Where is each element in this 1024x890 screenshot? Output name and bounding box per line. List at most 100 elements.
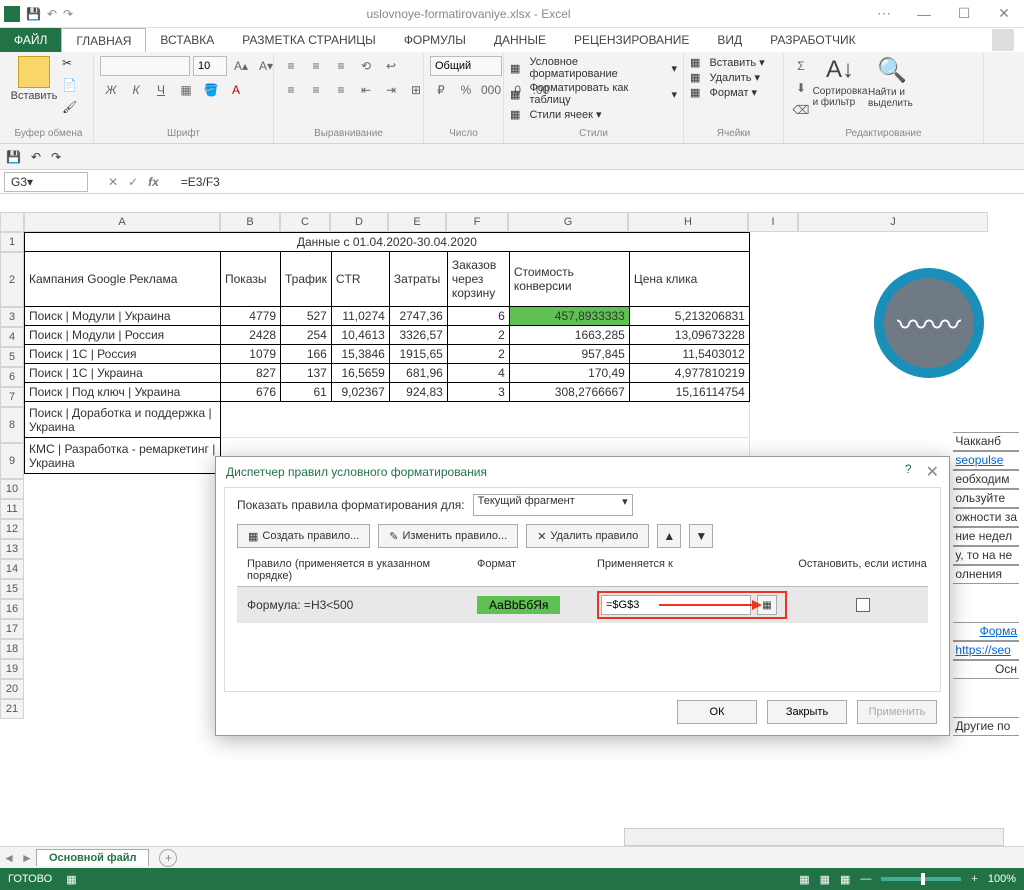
cond-format-button[interactable]: ▦ Условное форматирование ▾ xyxy=(510,56,677,80)
qat-redo-icon[interactable]: ↷ xyxy=(63,7,73,21)
cut-icon[interactable]: ✂ xyxy=(62,56,80,74)
currency-icon[interactable]: ₽ xyxy=(430,80,452,100)
tab-pagelayout[interactable]: РАЗМЕТКА СТРАНИЦЫ xyxy=(228,28,390,52)
col-header-d[interactable]: D xyxy=(330,212,388,232)
dialog-help-icon[interactable]: ? xyxy=(905,462,912,482)
macro-rec-icon[interactable]: ▦ xyxy=(66,873,76,886)
row-header-6[interactable]: 6 xyxy=(0,367,24,387)
zoom-in-icon[interactable]: + xyxy=(971,873,977,885)
row-header-2[interactable]: 2 xyxy=(0,252,24,307)
col-header-i[interactable]: I xyxy=(748,212,798,232)
close-icon[interactable]: ✕ xyxy=(984,0,1024,28)
tab-data[interactable]: ДАННЫЕ xyxy=(480,28,560,52)
redo2-icon[interactable]: ↷ xyxy=(51,150,61,164)
header-cpc[interactable]: Цена клика xyxy=(629,252,749,307)
align-mid-icon[interactable]: ≡ xyxy=(305,56,327,76)
italic-icon[interactable]: К xyxy=(125,80,147,100)
accept-formula-icon[interactable]: ✓ xyxy=(128,175,138,189)
row-header-17[interactable]: 17 xyxy=(0,619,24,639)
paste-button[interactable]: Вставить xyxy=(10,56,58,102)
row-header-8[interactable]: 8 xyxy=(0,407,24,443)
comma-icon[interactable]: 000 xyxy=(480,80,502,100)
row-header-12[interactable]: 12 xyxy=(0,519,24,539)
close-button[interactable]: Закрыть xyxy=(767,700,847,724)
tab-insert[interactable]: ВСТАВКА xyxy=(146,28,228,52)
rule-row[interactable]: Формула: =H3<500 АаВbБбЯя ▦ xyxy=(237,587,928,623)
font-color-icon[interactable]: A xyxy=(225,80,247,100)
fill-color-icon[interactable]: 🪣 xyxy=(200,80,222,100)
zoom-out-icon[interactable]: — xyxy=(860,873,871,885)
stop-if-true-checkbox[interactable] xyxy=(856,598,870,612)
user-avatar-icon[interactable] xyxy=(992,29,1014,51)
tab-dev[interactable]: РАЗРАБОТЧИК xyxy=(756,28,870,52)
move-down-button[interactable]: ▼ xyxy=(689,524,713,548)
cell-styles-button[interactable]: ▦ Стили ячеек ▾ xyxy=(510,108,601,121)
align-top-icon[interactable]: ≡ xyxy=(280,56,302,76)
header-ctr[interactable]: CTR xyxy=(331,252,389,307)
view-normal-icon[interactable]: ▦ xyxy=(799,873,809,886)
show-rules-select[interactable]: Текущий фрагмент ▾ xyxy=(473,494,633,516)
row-header-16[interactable]: 16 xyxy=(0,599,24,619)
cell-a9[interactable]: КМС | Разработка - ремаркетинг | Украина xyxy=(25,438,221,474)
ribbon-opts-icon[interactable]: ⋯ xyxy=(864,0,904,28)
indent-dec-icon[interactable]: ⇤ xyxy=(355,80,377,100)
row-header-21[interactable]: 21 xyxy=(0,699,24,719)
align-left-icon[interactable]: ≡ xyxy=(280,80,302,100)
worksheet[interactable]: A B C D E F G H I J 1 2 3 4 5 6 7 8 9 10… xyxy=(0,212,1024,852)
dialog-close-icon[interactable]: ✕ xyxy=(926,462,939,482)
formula-input[interactable]: =E3/F3 xyxy=(181,175,220,189)
col-header-f[interactable]: F xyxy=(446,212,508,232)
delete-cells-button[interactable]: ▦ Удалить ▾ xyxy=(690,71,760,84)
cancel-formula-icon[interactable]: ✕ xyxy=(108,175,118,189)
row-header-4[interactable]: 4 xyxy=(0,327,24,347)
cell-a8[interactable]: Поиск | Доработка и поддержка | Украина xyxy=(25,402,221,438)
wrap-text-icon[interactable]: ↩ xyxy=(380,56,402,76)
header-campaign[interactable]: Кампания Google Реклама xyxy=(25,252,221,307)
ok-button[interactable]: ОК xyxy=(677,700,757,724)
save-icon[interactable]: 💾 xyxy=(6,150,21,164)
edit-rule-button[interactable]: ✎Изменить правило... xyxy=(378,524,518,548)
zoom-value[interactable]: 100% xyxy=(988,873,1016,885)
name-box[interactable]: G3 ▾ xyxy=(4,172,88,192)
view-break-icon[interactable]: ▦ xyxy=(840,873,850,886)
row-header-7[interactable]: 7 xyxy=(0,387,24,407)
border-icon[interactable]: ▦ xyxy=(175,80,197,100)
clear-icon[interactable]: ⌫ xyxy=(790,100,812,120)
sheet-next-icon[interactable]: ► xyxy=(18,851,36,865)
align-center-icon[interactable]: ≡ xyxy=(305,80,327,100)
undo2-icon[interactable]: ↶ xyxy=(31,150,41,164)
row-header-20[interactable]: 20 xyxy=(0,679,24,699)
maximize-icon[interactable]: ☐ xyxy=(944,0,984,28)
col-header-c[interactable]: C xyxy=(280,212,330,232)
col-header-j[interactable]: J xyxy=(798,212,988,232)
row-header-14[interactable]: 14 xyxy=(0,559,24,579)
col-header-h[interactable]: H xyxy=(628,212,748,232)
tab-view[interactable]: ВИД xyxy=(703,28,756,52)
row-header-10[interactable]: 10 xyxy=(0,479,24,499)
find-select-button[interactable]: 🔍 Найти и выделить xyxy=(868,56,916,109)
move-up-button[interactable]: ▲ xyxy=(657,524,681,548)
header-orders[interactable]: Заказов через корзину xyxy=(447,252,509,307)
row-header-18[interactable]: 18 xyxy=(0,639,24,659)
row-header-3[interactable]: 3 xyxy=(0,307,24,327)
format-painter-icon[interactable]: 🖌 xyxy=(62,100,80,118)
tab-home[interactable]: ГЛАВНАЯ xyxy=(61,28,146,52)
format-cells-button[interactable]: ▦ Формат ▾ xyxy=(690,86,757,99)
col-header-g[interactable]: G xyxy=(508,212,628,232)
align-bot-icon[interactable]: ≡ xyxy=(330,56,352,76)
autosum-icon[interactable]: Σ xyxy=(790,56,812,76)
horizontal-scrollbar[interactable] xyxy=(624,828,1004,846)
view-page-icon[interactable]: ▦ xyxy=(820,873,830,886)
delete-rule-button[interactable]: ✕Удалить правило xyxy=(526,524,649,548)
col-header-a[interactable]: A xyxy=(24,212,220,232)
col-header-b[interactable]: B xyxy=(220,212,280,232)
increase-font-icon[interactable]: A▴ xyxy=(230,56,252,76)
qat-save-icon[interactable]: 💾 xyxy=(26,7,41,21)
underline-icon[interactable]: Ч xyxy=(150,80,172,100)
header-cost[interactable]: Затраты xyxy=(389,252,447,307)
tab-file[interactable]: ФАЙЛ xyxy=(0,28,61,52)
number-format-select[interactable] xyxy=(430,56,502,76)
font-name-input[interactable] xyxy=(100,56,190,76)
new-rule-button[interactable]: ▦Создать правило... xyxy=(237,524,370,548)
header-shows[interactable]: Показы xyxy=(221,252,281,307)
